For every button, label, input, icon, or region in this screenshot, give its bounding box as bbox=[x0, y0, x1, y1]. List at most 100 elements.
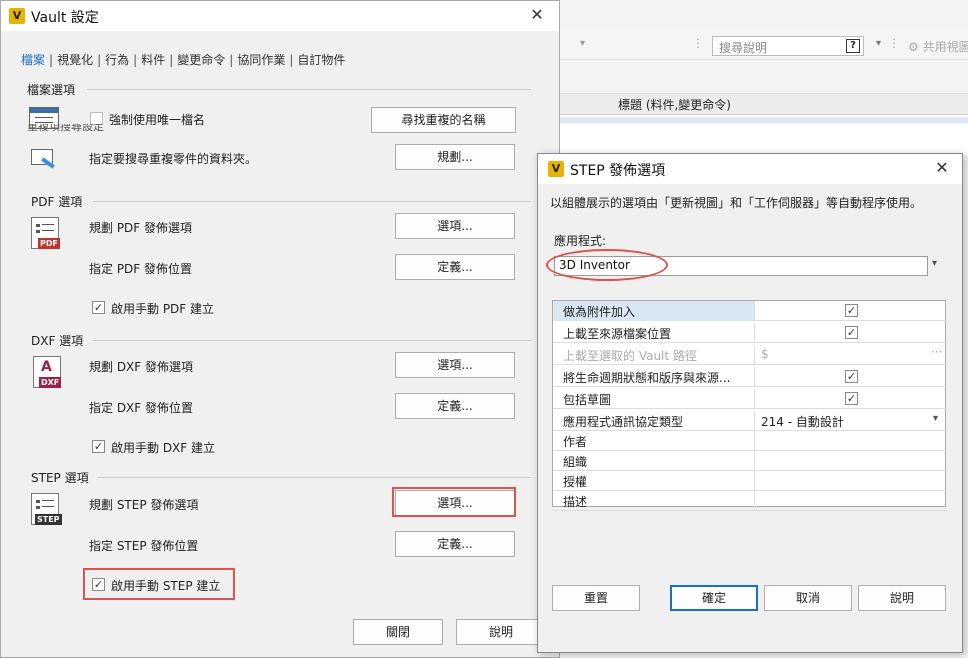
step-location-label: 指定 STEP 發佈位置 bbox=[89, 539, 199, 553]
column-header-title[interactable]: 標題 (料件,變更命令) bbox=[618, 96, 731, 113]
property-row[interactable]: 組織 bbox=[553, 451, 947, 471]
pdf-manual-checkbox[interactable]: ✓ bbox=[92, 301, 105, 314]
step-publish-options-dialog: V STEP 發佈選項 ✕ 以組體展示的選項由「更新視圖」和「工作伺服器」等自動… bbox=[537, 153, 963, 653]
property-row[interactable]: 將生命週期狀態和版序與來源... ✓ bbox=[553, 367, 947, 387]
tab-behaviors[interactable]: 行為 bbox=[105, 53, 129, 67]
tab-custom-objects[interactable]: 自訂物件 bbox=[297, 53, 345, 67]
property-name: 上載至選取的 Vault 路徑 bbox=[553, 345, 755, 365]
property-value[interactable] bbox=[755, 431, 947, 451]
tab-items[interactable]: 料件 bbox=[141, 53, 165, 67]
help-button[interactable]: 說明 bbox=[858, 585, 946, 611]
property-value: ✓ bbox=[755, 389, 947, 409]
close-button[interactable]: 關閉 bbox=[353, 619, 443, 645]
property-value: ✓ bbox=[755, 323, 947, 343]
step-plan-label: 規劃 STEP 發佈選項 bbox=[89, 498, 199, 512]
find-duplicates-button[interactable]: 尋找重複的名稱 bbox=[371, 107, 516, 133]
cancel-button[interactable]: 取消 bbox=[764, 585, 852, 611]
property-checkbox[interactable]: ✓ bbox=[845, 370, 858, 383]
property-checkbox[interactable]: ✓ bbox=[845, 304, 858, 317]
autocad-a-icon: A bbox=[41, 359, 52, 375]
pdf-options-heading: PDF 選項 bbox=[31, 195, 83, 209]
plan-dup-search-button[interactable]: 規劃... bbox=[395, 144, 515, 170]
duplicate-search-heading: 重複項搜尋設定 bbox=[27, 124, 104, 132]
tab-change-orders[interactable]: 變更命令 bbox=[177, 53, 225, 67]
chevron-down-icon[interactable]: ▾ bbox=[933, 413, 938, 424]
ellipsis-icon[interactable]: ··· bbox=[931, 345, 942, 359]
dxf-manual-label: 啟用手動 DXF 建立 bbox=[111, 441, 215, 455]
property-name: 作者 bbox=[553, 431, 755, 451]
ok-button[interactable]: 確定 bbox=[670, 585, 758, 611]
property-checkbox[interactable]: ✓ bbox=[845, 392, 858, 405]
close-icon[interactable]: ✕ bbox=[932, 158, 952, 177]
dialog-description: 以組體展示的選項由「更新視圖」和「工作伺服器」等自動程序使用。 bbox=[550, 196, 923, 210]
property-row[interactable]: 描述 bbox=[553, 491, 947, 511]
selected-row[interactable] bbox=[560, 117, 968, 123]
unique-name-label: 強制使用唯一檔名 bbox=[109, 113, 206, 127]
help-icon[interactable]: ? bbox=[846, 39, 860, 53]
reset-button[interactable]: 重置 bbox=[552, 585, 640, 611]
step-badge: STEP bbox=[35, 514, 62, 525]
dxf-document-icon: A DXF bbox=[33, 356, 62, 388]
vault-logo-icon: V bbox=[9, 8, 25, 24]
dialog-titlebar: V STEP 發佈選項 ✕ bbox=[538, 154, 962, 184]
dxf-options-button[interactable]: 選項... bbox=[395, 352, 515, 378]
section-divider bbox=[97, 477, 531, 478]
chevron-down-icon[interactable]: ▾ bbox=[932, 258, 937, 269]
tab-separator: | bbox=[229, 53, 234, 67]
help-search-input[interactable]: 搜尋說明 ? bbox=[712, 36, 864, 56]
search-placeholder: 搜尋說明 bbox=[719, 41, 768, 55]
property-row[interactable]: 應用程式通訊協定類型 214 - 自動設計 ▾ bbox=[553, 411, 947, 431]
property-row[interactable]: 做為附件加入 ✓ bbox=[553, 301, 947, 321]
property-checkbox[interactable]: ✓ bbox=[845, 326, 858, 339]
property-value: ✓ bbox=[755, 301, 947, 321]
property-row[interactable]: 包括草圖 ✓ bbox=[553, 389, 947, 409]
tab-collaboration[interactable]: 協同作業 bbox=[237, 53, 285, 67]
vault-logo-icon: V bbox=[548, 161, 564, 177]
property-name: 組織 bbox=[553, 451, 755, 471]
pdf-define-button[interactable]: 定義... bbox=[395, 254, 515, 280]
property-name: 將生命週期狀態和版序與來源... bbox=[553, 367, 755, 387]
tab-visualization[interactable]: 視覺化 bbox=[57, 53, 93, 67]
dialog-title: Vault 設定 bbox=[31, 10, 99, 26]
highlight-box bbox=[83, 568, 235, 600]
close-icon[interactable]: ✕ bbox=[527, 5, 547, 24]
property-name: 上載至來源檔案位置 bbox=[553, 323, 755, 343]
vault-settings-dialog: V Vault 設定 ✕ 檔案 | 視覺化 | 行為 | 料件 | 變更命令 | 協同作業 | 自訂物件… bbox=[0, 0, 560, 658]
step-options-heading: STEP 選項 bbox=[31, 471, 89, 485]
dxf-manual-checkbox[interactable]: ✓ bbox=[92, 440, 105, 453]
tab-files[interactable]: 檔案 bbox=[21, 53, 45, 67]
dxf-define-button[interactable]: 定義... bbox=[395, 393, 515, 419]
tab-separator: | bbox=[289, 53, 294, 67]
property-value[interactable] bbox=[755, 471, 947, 491]
file-options-heading: 檔案選項 bbox=[27, 83, 76, 97]
settings-tabs: 檔案 | 視覺化 | 行為 | 料件 | 變更命令 | 協同作業 | 自訂物件 bbox=[21, 51, 345, 68]
application-label: 應用程式: bbox=[554, 234, 607, 248]
property-value: ✓ bbox=[755, 367, 947, 387]
share-view-button[interactable]: ⚙ 共用視圖 bbox=[908, 38, 968, 55]
section-divider bbox=[93, 340, 531, 341]
dxf-options-heading: DXF 選項 bbox=[31, 334, 84, 348]
step-define-button[interactable]: 定義... bbox=[395, 531, 515, 557]
dup-search-label: 指定要搜尋重複零件的資料夾。 bbox=[89, 152, 258, 166]
step-document-icon: STEP bbox=[31, 493, 62, 525]
pdf-options-button[interactable]: 選項... bbox=[395, 213, 515, 239]
property-row[interactable]: 上載至選取的 Vault 路徑 $ ··· bbox=[553, 345, 947, 365]
tab-separator: | bbox=[97, 53, 102, 67]
pdf-document-icon: PDF bbox=[31, 217, 60, 249]
dropdown-arrow-icon[interactable]: ▾ bbox=[580, 38, 585, 49]
property-value[interactable] bbox=[755, 451, 947, 471]
dialog-titlebar: V Vault 設定 ✕ bbox=[1, 1, 559, 31]
property-row[interactable]: 作者 bbox=[553, 431, 947, 451]
property-row[interactable]: 授權 bbox=[553, 471, 947, 491]
property-name: 授權 bbox=[553, 471, 755, 491]
property-row[interactable]: 上載至來源檔案位置 ✓ bbox=[553, 323, 947, 343]
help-button[interactable]: 說明 bbox=[456, 619, 546, 645]
dxf-location-label: 指定 DXF 發佈位置 bbox=[89, 401, 193, 415]
folder-search-icon bbox=[31, 147, 59, 171]
pdf-location-label: 指定 PDF 發佈位置 bbox=[89, 262, 193, 276]
property-value[interactable] bbox=[755, 491, 947, 511]
dialog-title: STEP 發佈選項 bbox=[570, 163, 666, 179]
property-value[interactable]: 214 - 自動設計 ▾ bbox=[755, 411, 947, 431]
search-dropdown-icon[interactable]: ▾ bbox=[876, 38, 881, 49]
dxf-badge: DXF bbox=[39, 377, 62, 388]
